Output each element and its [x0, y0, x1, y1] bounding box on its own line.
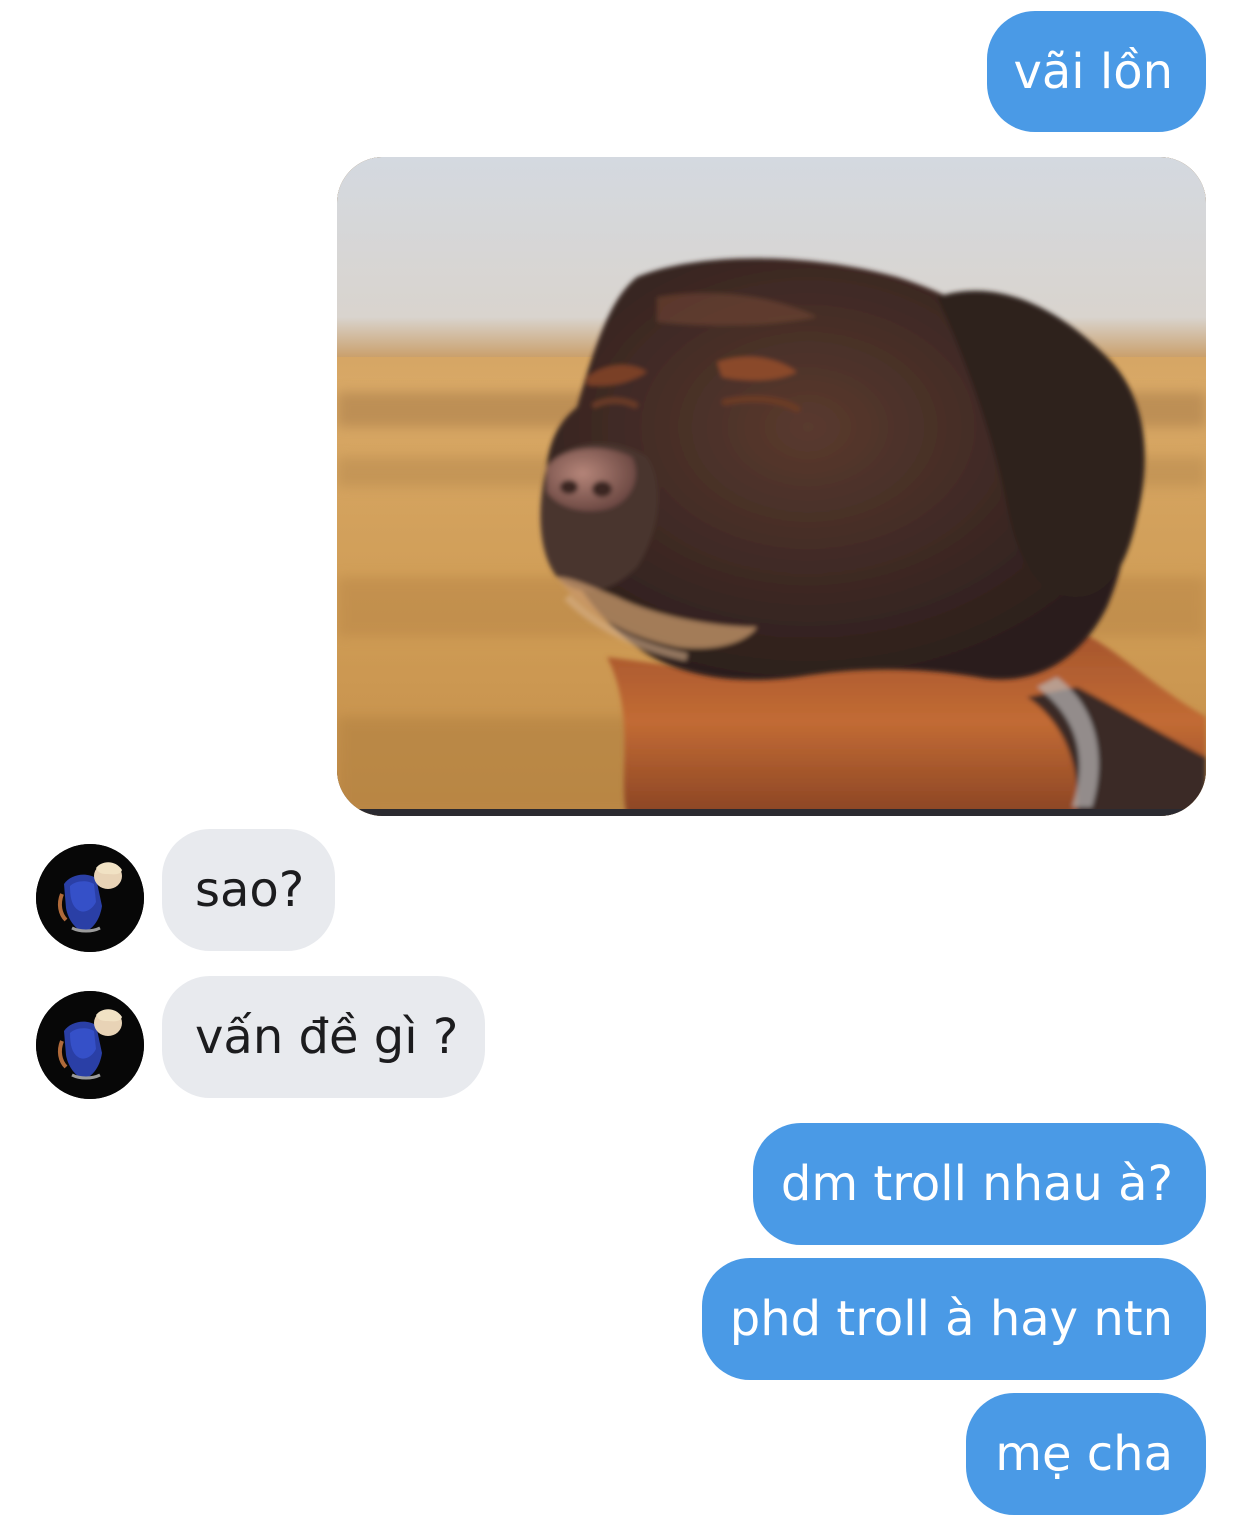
message-image-outgoing[interactable] — [337, 157, 1206, 816]
message-bubble-incoming[interactable]: sao? — [162, 829, 335, 951]
dog-photo — [337, 157, 1206, 816]
message-text: dm troll nhau à? — [780, 1156, 1173, 1212]
message-bubble-incoming[interactable]: vấn đề gì ? — [162, 976, 485, 1098]
message-text: vãi lồn — [1013, 43, 1173, 100]
contact-avatar[interactable] — [36, 991, 144, 1099]
message-text: vấn đề gì ? — [195, 1009, 459, 1065]
message-bubble-outgoing[interactable]: mẹ cha — [966, 1393, 1206, 1515]
person-avatar-icon — [36, 844, 144, 952]
message-bubble-outgoing[interactable]: phd troll à hay ntn — [702, 1258, 1206, 1380]
contact-avatar[interactable] — [36, 844, 144, 952]
person-avatar-icon — [36, 991, 144, 1099]
message-text: sao? — [195, 862, 305, 918]
message-bubble-outgoing[interactable]: vãi lồn — [987, 11, 1206, 132]
message-text: phd troll à hay ntn — [729, 1291, 1173, 1347]
message-text: mẹ cha — [995, 1426, 1173, 1482]
message-bubble-outgoing[interactable]: dm troll nhau à? — [753, 1123, 1206, 1245]
